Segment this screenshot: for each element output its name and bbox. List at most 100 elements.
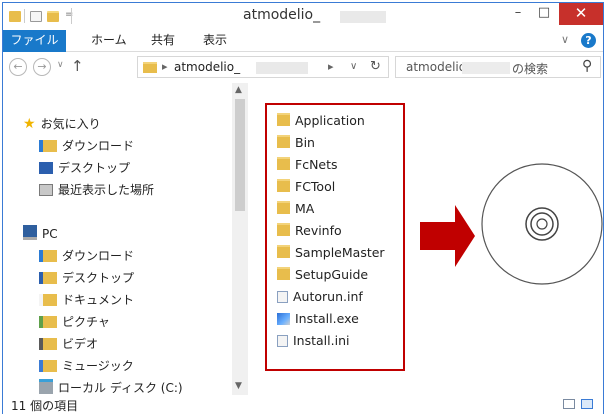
scroll-thumb[interactable] (235, 99, 245, 211)
close-button[interactable]: ✕ (559, 3, 603, 25)
search-input[interactable]: atmodelio_ の検索 ⚲ (395, 56, 601, 78)
list-item[interactable]: SampleMaster (277, 245, 385, 265)
nav-item-label: ピクチャ (62, 315, 110, 329)
tab-home[interactable]: ホーム (91, 30, 127, 52)
folder-icon (143, 62, 157, 73)
list-item[interactable]: MA (277, 201, 314, 221)
nav-item-label: 最近表示した場所 (58, 183, 155, 197)
downloads-folder-icon (39, 250, 57, 262)
up-button[interactable]: ↑ (71, 57, 84, 75)
quick-access-dropdown-icon[interactable]: = (65, 9, 73, 20)
search-icon[interactable]: ⚲ (582, 58, 592, 74)
chevron-right-icon[interactable]: ▸ (162, 60, 168, 73)
new-folder-icon[interactable] (47, 11, 59, 22)
search-placeholder-suffix: の検索 (512, 62, 549, 76)
list-item[interactable]: Bin (277, 135, 315, 155)
disc-hole (536, 218, 548, 230)
downloads-folder-icon (39, 140, 57, 152)
item-count: 11 個の項目 (11, 399, 79, 413)
file-name: FCTool (295, 179, 336, 194)
file-name: Install.ini (293, 333, 350, 348)
navigation-bar: ← → ∨ ↑ ▸ atmodelio_ ▸ ∨ ↻ atmodelio_ の検… (3, 52, 603, 82)
nav-item-documents[interactable]: ドキュメント (39, 291, 134, 311)
file-name: Revinfo (295, 223, 342, 238)
drive-icon (39, 379, 53, 394)
ribbon: ファイル ホーム 共有 表示 ∨ ? (3, 30, 603, 52)
nav-scrollbar[interactable]: ▲ ▼ (232, 83, 248, 395)
settings-file-icon (277, 335, 288, 347)
tab-file[interactable]: ファイル (3, 30, 66, 52)
arrow-head (455, 205, 475, 267)
installer-icon (277, 313, 290, 325)
divider (71, 8, 72, 24)
recent-locations-icon[interactable]: ∨ (57, 60, 64, 70)
file-name: MA (295, 201, 315, 216)
desktop-folder-icon (39, 272, 57, 284)
list-item[interactable]: Install.exe (277, 311, 359, 331)
details-view-icon[interactable] (563, 399, 575, 409)
nav-item-downloads[interactable]: ダウンロード (39, 247, 134, 267)
nav-pc[interactable]: PC (23, 225, 58, 245)
videos-folder-icon (39, 338, 57, 350)
address-bar[interactable]: ▸ atmodelio_ ▸ ∨ ↻ (137, 56, 389, 78)
list-item[interactable]: FcNets (277, 157, 338, 177)
folder-icon (277, 245, 290, 258)
nav-item-music[interactable]: ミュージック (39, 357, 134, 377)
documents-folder-icon (39, 294, 57, 306)
redacted-block (340, 11, 386, 23)
large-icons-view-icon[interactable] (581, 399, 593, 409)
nav-item-label: ダウンロード (62, 249, 135, 263)
tab-share[interactable]: 共有 (151, 30, 175, 52)
nav-item-label: ダウンロード (62, 139, 135, 153)
address-dropdown-icon[interactable]: ∨ (350, 61, 357, 72)
address-text[interactable]: atmodelio_ (174, 60, 240, 74)
nav-item-label: ドキュメント (62, 293, 135, 307)
folder-icon (9, 11, 21, 22)
list-item[interactable]: FCTool (277, 179, 335, 199)
folder-icon (277, 135, 290, 148)
list-item[interactable]: Application (277, 113, 365, 133)
folder-icon (277, 223, 290, 236)
nav-item-desktop[interactable]: デスクトップ (39, 269, 134, 289)
nav-pc-label: PC (42, 227, 58, 241)
scroll-up-icon[interactable]: ▲ (235, 85, 242, 95)
nav-favorites[interactable]: ★ お気に入り (23, 115, 101, 135)
tab-view[interactable]: 表示 (203, 30, 227, 52)
file-name: SampleMaster (295, 245, 385, 260)
list-item[interactable]: Revinfo (277, 223, 342, 243)
nav-item-label: ローカル ディスク (C:) (58, 381, 183, 395)
maximize-button[interactable]: □ (531, 3, 557, 25)
window-title: atmodelio_ (243, 7, 321, 23)
file-name: Autorun.inf (293, 289, 363, 304)
status-bar: 11 個の項目 (3, 395, 603, 414)
nav-item-videos[interactable]: ビデオ (39, 335, 98, 355)
music-folder-icon (39, 360, 57, 372)
refresh-icon[interactable]: ↻ (370, 59, 381, 74)
list-item[interactable]: SetupGuide (277, 267, 368, 287)
scroll-down-icon[interactable]: ▼ (235, 381, 242, 391)
folder-icon (277, 201, 290, 214)
nav-item-desktop-fav[interactable]: デスクトップ (39, 159, 130, 179)
pc-icon (23, 225, 37, 240)
forward-button[interactable]: → (33, 58, 51, 76)
expand-ribbon-icon[interactable]: ∨ (561, 33, 569, 46)
help-icon[interactable]: ? (581, 33, 596, 48)
chevron-right-icon[interactable]: ▸ (328, 60, 334, 73)
file-name: Install.exe (295, 311, 359, 326)
nav-item-downloads-fav[interactable]: ダウンロード (39, 137, 134, 157)
properties-icon[interactable] (30, 11, 42, 22)
folder-icon (277, 157, 290, 170)
list-item[interactable]: Autorun.inf (277, 289, 363, 309)
redacted-block (462, 62, 510, 74)
redacted-block (256, 62, 308, 74)
disc-icon (481, 163, 603, 285)
list-item[interactable]: Install.ini (277, 333, 349, 353)
nav-item-pictures[interactable]: ピクチャ (39, 313, 110, 333)
file-name: Bin (295, 135, 315, 150)
back-button[interactable]: ← (9, 58, 27, 76)
minimize-button[interactable]: – (505, 3, 531, 25)
settings-file-icon (277, 291, 288, 303)
navigation-pane: ★ お気に入り ダウンロード デスクトップ 最近表示した場所 PC ダウンロード … (3, 83, 248, 395)
arrow-shaft (420, 222, 456, 250)
nav-item-recent-places[interactable]: 最近表示した場所 (39, 181, 154, 201)
